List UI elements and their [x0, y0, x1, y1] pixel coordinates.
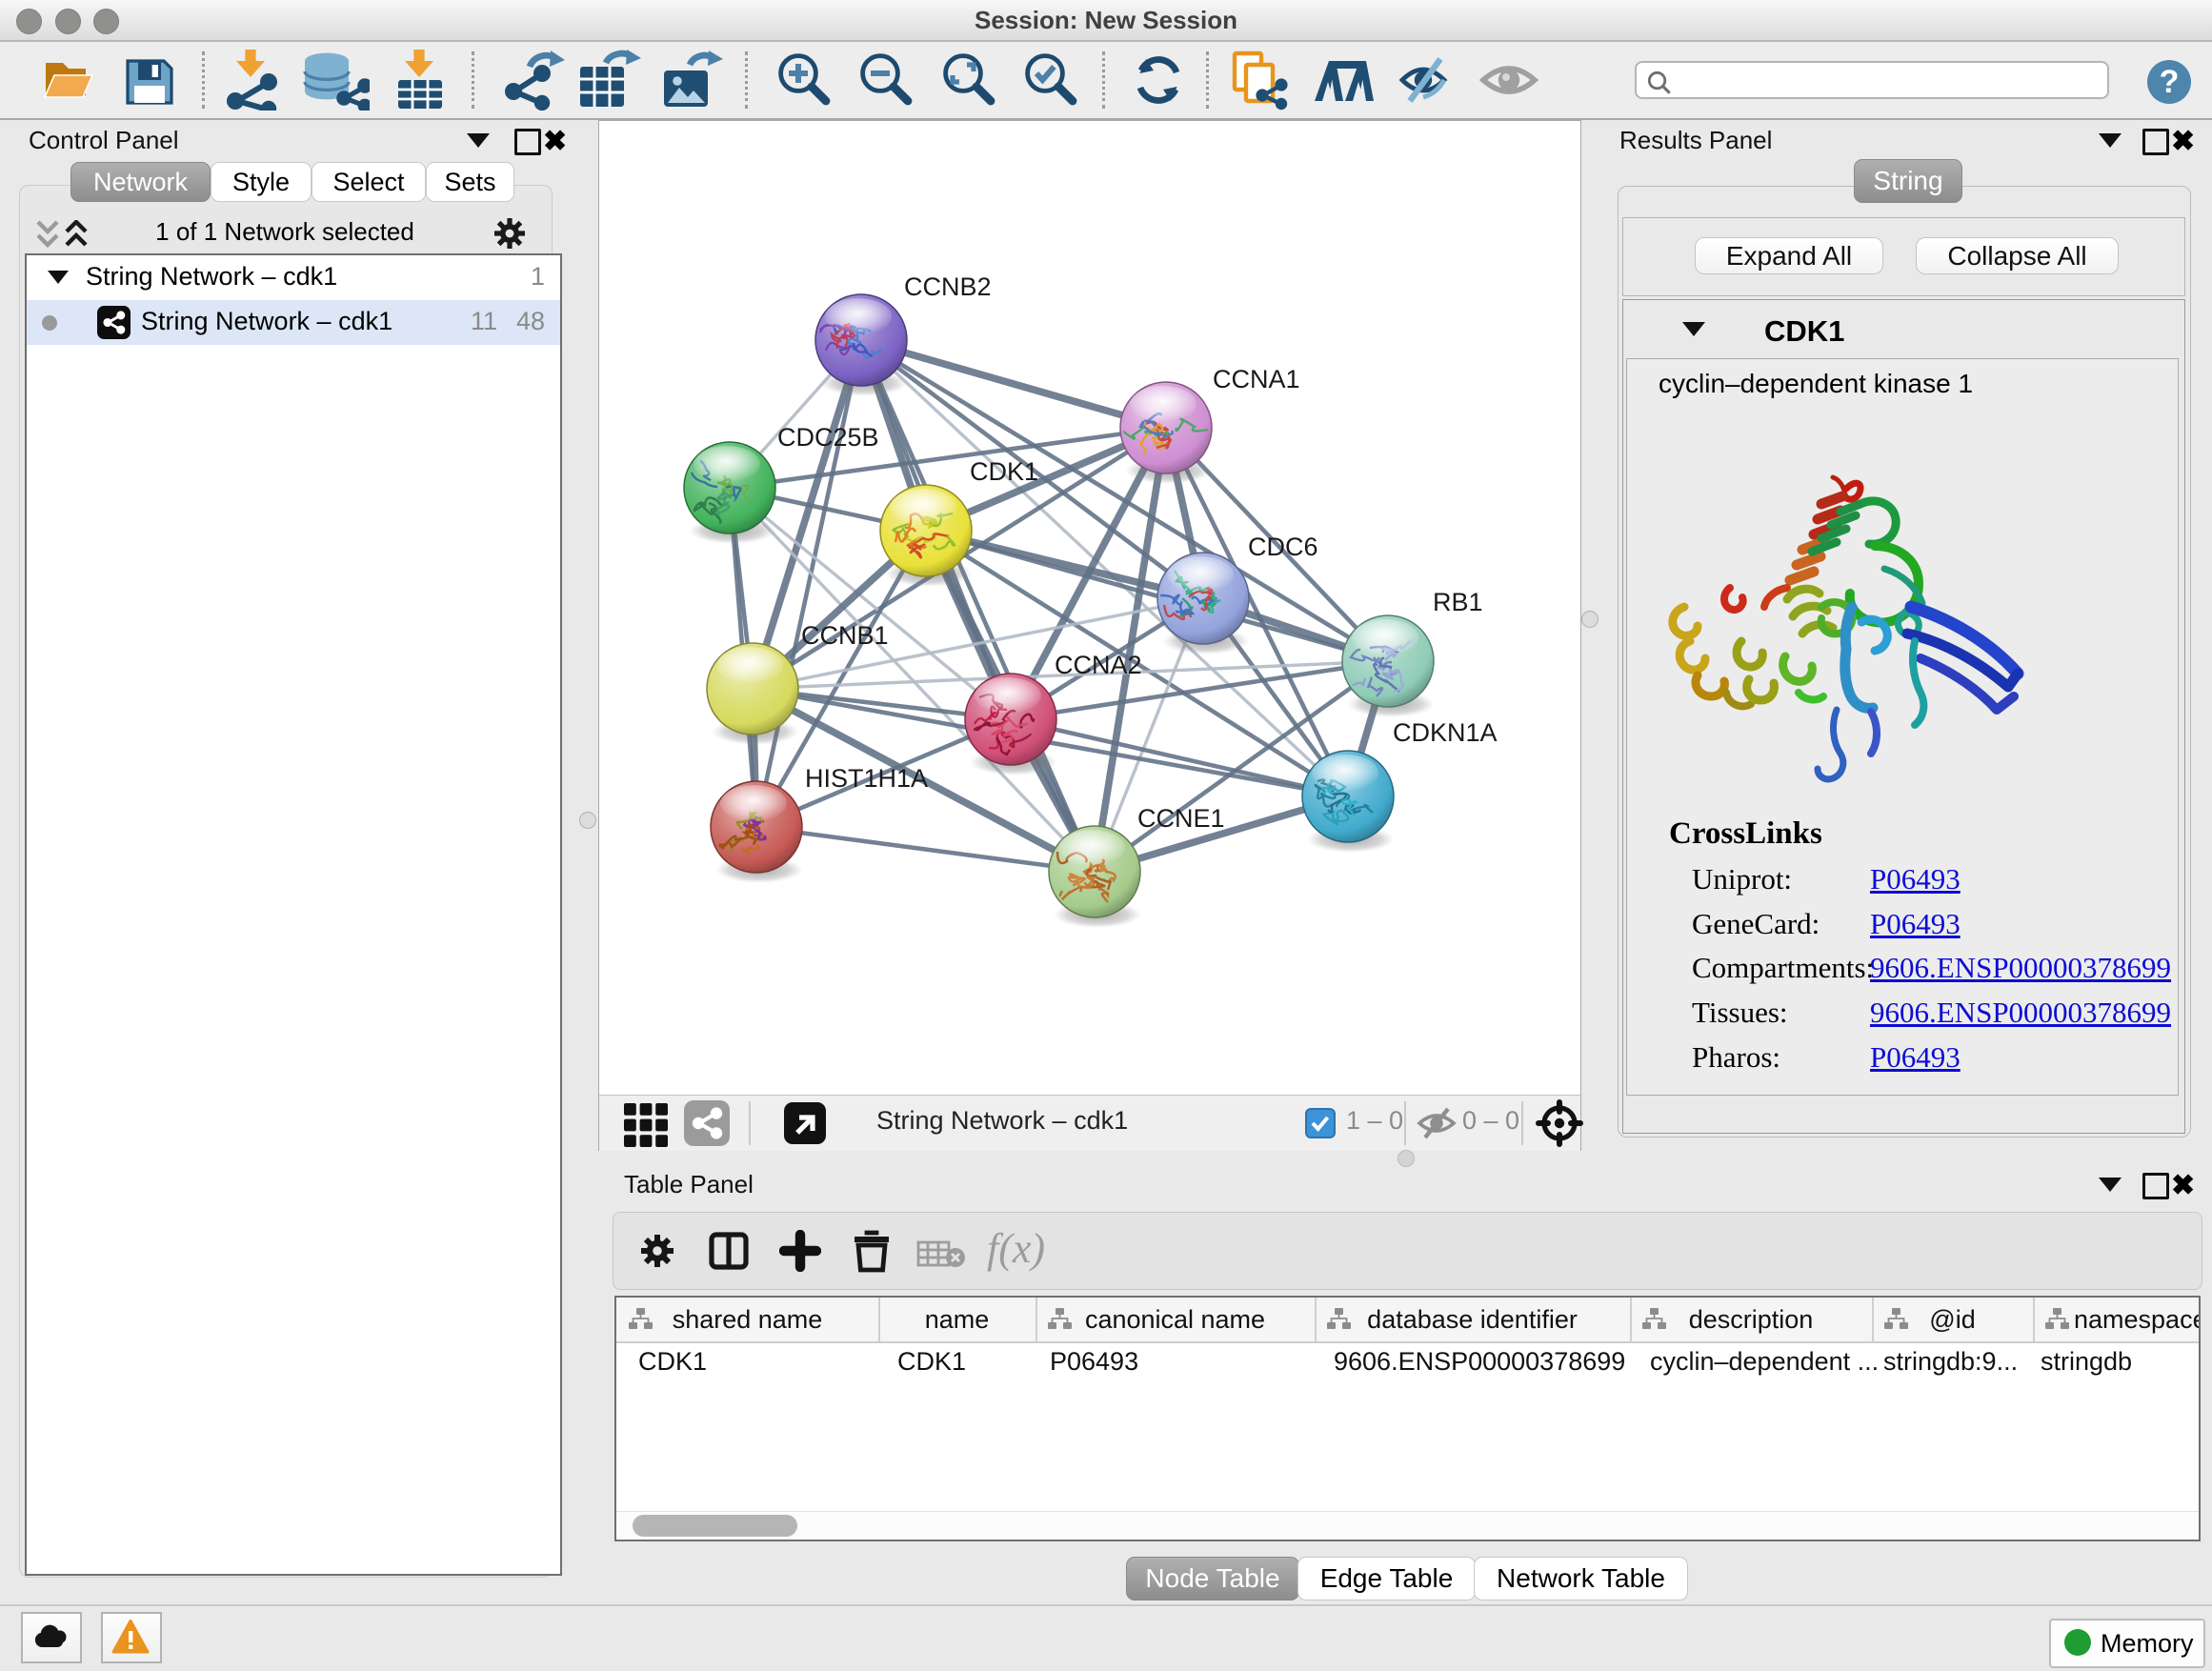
- svg-text:CDC25B: CDC25B: [777, 423, 879, 452]
- svg-text:CCNB1: CCNB1: [801, 621, 889, 650]
- svg-text:CCNA1: CCNA1: [1213, 365, 1300, 393]
- svg-text:CCNB2: CCNB2: [904, 272, 992, 301]
- svg-text:CDKN1A: CDKN1A: [1393, 718, 1498, 747]
- svg-text:RB1: RB1: [1433, 588, 1483, 616]
- svg-text:CCNA2: CCNA2: [1055, 651, 1142, 679]
- svg-text:CDK1: CDK1: [970, 457, 1038, 486]
- svg-text:CCNE1: CCNE1: [1137, 804, 1225, 833]
- svg-text:CDC6: CDC6: [1248, 533, 1318, 561]
- svg-text:HIST1H1A: HIST1H1A: [805, 764, 928, 793]
